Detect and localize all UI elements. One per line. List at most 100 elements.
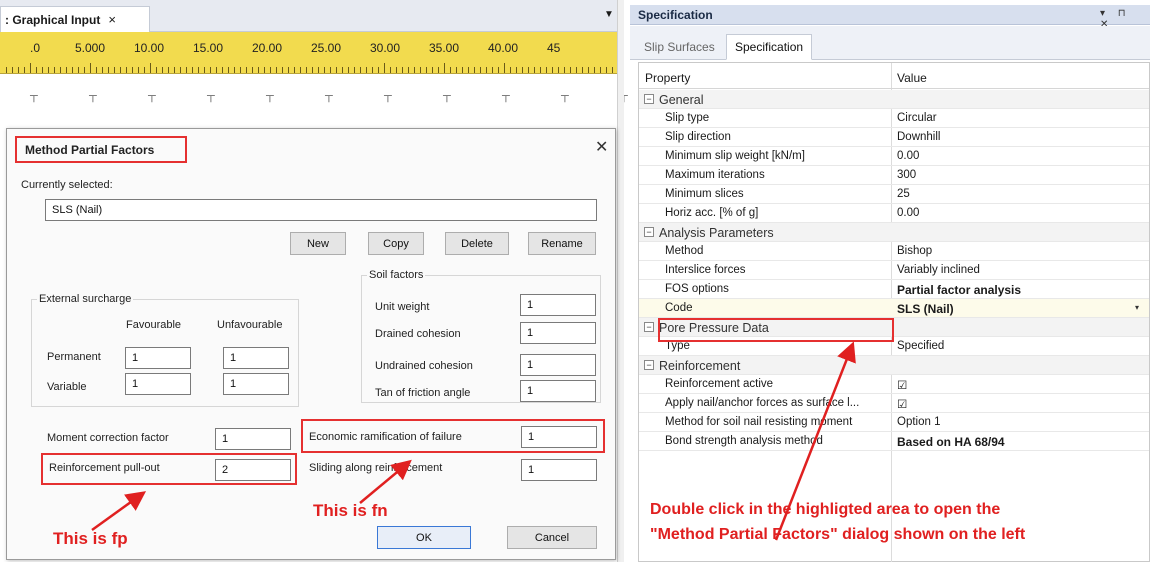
ruler-tick (576, 67, 577, 73)
section-reinforcement[interactable]: − Reinforcement (639, 356, 1149, 375)
instruction-line-2: "Method Partial Factors" dialog shown on… (650, 526, 1026, 543)
undrained-cohesion-input[interactable]: 1 (520, 354, 596, 376)
rename-button[interactable]: Rename (528, 232, 596, 255)
ruler-tick (606, 67, 607, 73)
row-min-slip-weight[interactable]: Minimum slip weight [kN/m] 0.00 (639, 147, 1149, 166)
row-bond-strength[interactable]: Bond strength analysis method Based on HA… (639, 432, 1149, 451)
ruler-label: 40.00 (488, 41, 519, 55)
unfavourable-header: Unfavourable (217, 319, 283, 331)
tab-slip-surfaces[interactable]: Slip Surfaces (636, 34, 723, 60)
copy-button[interactable]: Copy (368, 232, 424, 255)
row-min-slices[interactable]: Minimum slices 25 (639, 185, 1149, 204)
drained-cohesion-input[interactable]: 1 (520, 322, 596, 344)
checkbox[interactable]: ☑ (897, 378, 907, 392)
new-button[interactable]: New (290, 232, 346, 255)
section-analysis-parameters[interactable]: − Analysis Parameters (639, 223, 1149, 242)
ruler-tick (12, 67, 13, 73)
permanent-favourable-input[interactable]: 1 (125, 347, 191, 369)
grid-mark: ┬ (502, 90, 510, 102)
row-interslice-forces[interactable]: Interslice forces Variably inclined (639, 261, 1149, 280)
tab-graphical-input[interactable]: : Graphical Input × (0, 6, 150, 32)
ruler-tick (378, 67, 379, 73)
row-fos-options[interactable]: FOS options Partial factor analysis (639, 280, 1149, 299)
grid-mark: ┬ (30, 90, 38, 102)
tab-specification[interactable]: Specification (726, 34, 813, 60)
ruler-tick (444, 63, 445, 73)
ruler-tick (420, 67, 421, 73)
instruction-annotation: Double click in the highligted area to o… (650, 497, 1025, 547)
ruler-tick (210, 67, 211, 73)
ruler-tick (570, 67, 571, 73)
ruler-tick (120, 67, 121, 73)
reinforcement-pullout-label: Reinforcement pull-out (49, 462, 160, 474)
unit-weight-input[interactable]: 1 (520, 294, 596, 316)
tan-friction-input[interactable]: 1 (520, 380, 596, 402)
panel-splitter[interactable] (617, 0, 624, 562)
specification-titlebar: Specification (630, 5, 1150, 25)
variable-unfavourable-input[interactable]: 1 (223, 373, 289, 395)
reinforcement-pullout-input[interactable]: 2 (215, 459, 291, 481)
economic-ramification-input[interactable]: 1 (521, 426, 597, 448)
ruler-tick (234, 67, 235, 73)
close-icon[interactable]: × (108, 12, 116, 27)
row-max-iterations[interactable]: Maximum iterations 300 (639, 166, 1149, 185)
ruler-tick (72, 67, 73, 73)
ruler-tick (258, 67, 259, 73)
delete-button[interactable]: Delete (445, 232, 509, 255)
grid-mark: ┬ (384, 90, 392, 102)
permanent-unfavourable-input[interactable]: 1 (223, 347, 289, 369)
row-slip-direction[interactable]: Slip direction Downhill (639, 128, 1149, 147)
row-slip-type[interactable]: Slip type Circular (639, 109, 1149, 128)
close-icon[interactable]: ✕ (595, 137, 608, 157)
ruler-tick (414, 67, 415, 73)
ruler-tick (36, 67, 37, 73)
ruler-tick (162, 67, 163, 73)
currently-selected-label: Currently selected: (21, 179, 113, 191)
chevron-down-icon[interactable]: ▼ (604, 9, 614, 20)
ruler-tick (336, 67, 337, 73)
ruler-tick (138, 67, 139, 73)
currently-selected-field[interactable]: SLS (Nail) (45, 199, 597, 221)
ruler-tick (588, 67, 589, 73)
checkbox[interactable]: ☑ (897, 397, 907, 411)
ruler-tick (30, 63, 31, 73)
row-method[interactable]: Method Bishop (639, 242, 1149, 261)
horizontal-ruler: .0 5.000 10.00 15.00 20.00 25.00 30.00 35.00 40.… (0, 32, 618, 74)
ruler-tick (186, 67, 187, 73)
section-general[interactable]: − General (639, 90, 1149, 109)
ruler-tick (360, 67, 361, 73)
ruler-tick (612, 67, 613, 73)
value-header: Value (897, 71, 927, 85)
moment-correction-input[interactable]: 1 (215, 428, 291, 450)
row-method-soil-nail[interactable]: Method for soil nail resisting moment Opt… (639, 413, 1149, 432)
row-reinforcement-active[interactable]: Reinforcement active ☑ (639, 375, 1149, 394)
collapse-icon[interactable]: − (644, 322, 654, 332)
ruler-tick (6, 67, 7, 73)
ruler-tick (60, 67, 61, 73)
ruler-tick (396, 67, 397, 73)
row-horiz-acc[interactable]: Horiz acc. [% of g] 0.00 (639, 204, 1149, 223)
row-code[interactable]: Code SLS (Nail) ▾ (639, 299, 1149, 318)
ruler-tick (492, 67, 493, 73)
ruler-tick (564, 67, 565, 73)
grid-mark: ┬ (148, 90, 156, 102)
ruler-tick (534, 67, 535, 73)
variable-favourable-input[interactable]: 1 (125, 373, 191, 395)
cancel-button[interactable]: Cancel (507, 526, 597, 549)
row-apply-nail-forces[interactable]: Apply nail/anchor forces as surface l...… (639, 394, 1149, 413)
chevron-down-icon[interactable]: ▾ (1135, 303, 1145, 313)
ruler-tick (324, 67, 325, 73)
ruler-tick (282, 67, 283, 73)
collapse-icon[interactable]: − (644, 227, 654, 237)
code-highlight (658, 318, 894, 342)
undrained-cohesion-label: Undrained cohesion (375, 360, 473, 372)
collapse-icon[interactable]: − (644, 94, 654, 104)
sliding-reinforcement-input[interactable]: 1 (521, 459, 597, 481)
grid-mark: ┬ (266, 90, 274, 102)
ok-button[interactable]: OK (377, 526, 471, 549)
ruler-tick (294, 67, 295, 73)
collapse-icon[interactable]: − (644, 360, 654, 370)
unit-weight-label: Unit weight (375, 301, 430, 313)
ruler-label: 5.000 (75, 41, 106, 55)
ruler-tick (126, 67, 127, 73)
